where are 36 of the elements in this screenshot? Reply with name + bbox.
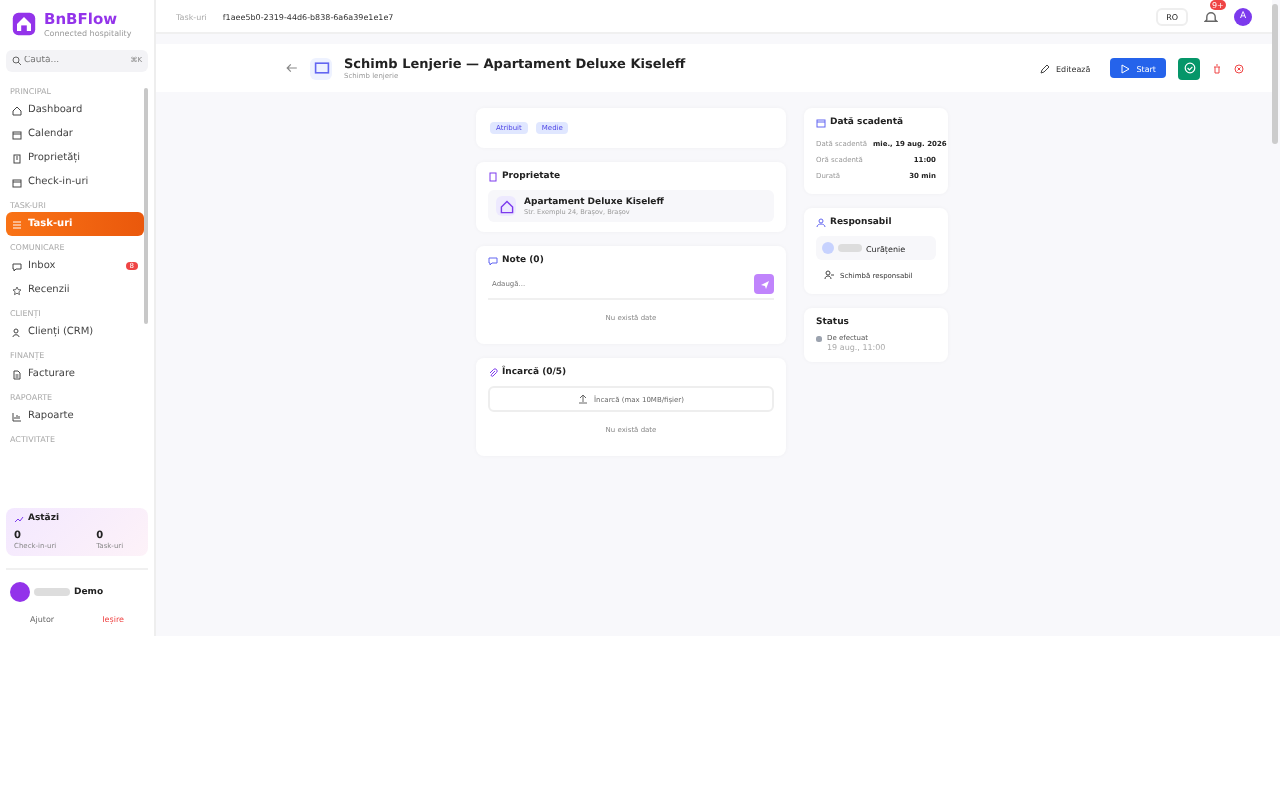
calendar-icon — [12, 129, 22, 139]
blurred-name — [34, 588, 70, 596]
building-icon — [488, 172, 498, 182]
paperclip-icon — [488, 368, 498, 378]
person-icon — [816, 218, 826, 228]
user-avatar[interactable] — [10, 582, 30, 602]
house-logo-icon — [10, 10, 38, 38]
star-icon — [12, 285, 22, 295]
back-arrow-icon[interactable] — [286, 62, 298, 74]
upload-icon — [578, 394, 588, 404]
trend-icon — [14, 514, 24, 524]
pencil-icon — [1040, 63, 1050, 73]
send-button[interactable] — [754, 274, 774, 294]
delete-icon[interactable] — [1212, 63, 1222, 73]
list-icon — [12, 219, 22, 229]
chat-icon — [12, 261, 22, 271]
task-type-icon — [310, 57, 332, 79]
scrollbar[interactable] — [1272, 4, 1278, 144]
bell-icon[interactable] — [1204, 9, 1218, 23]
send-icon — [759, 279, 769, 289]
cancel-icon[interactable] — [1234, 63, 1244, 73]
house-icon — [496, 196, 516, 216]
complete-button[interactable] — [1178, 57, 1200, 79]
search-icon — [12, 56, 22, 66]
play-icon — [1120, 63, 1131, 73]
home-icon — [12, 105, 22, 115]
scrollbar[interactable] — [143, 88, 148, 324]
chart-icon — [12, 411, 22, 421]
calendar-icon — [12, 177, 22, 187]
building-icon — [12, 153, 22, 163]
assignee-avatar — [822, 242, 834, 254]
person-icon — [824, 270, 834, 280]
check-circle-icon — [1183, 62, 1195, 74]
calendar-icon — [816, 118, 826, 128]
doc-icon — [12, 369, 22, 379]
chat-icon — [488, 256, 498, 266]
